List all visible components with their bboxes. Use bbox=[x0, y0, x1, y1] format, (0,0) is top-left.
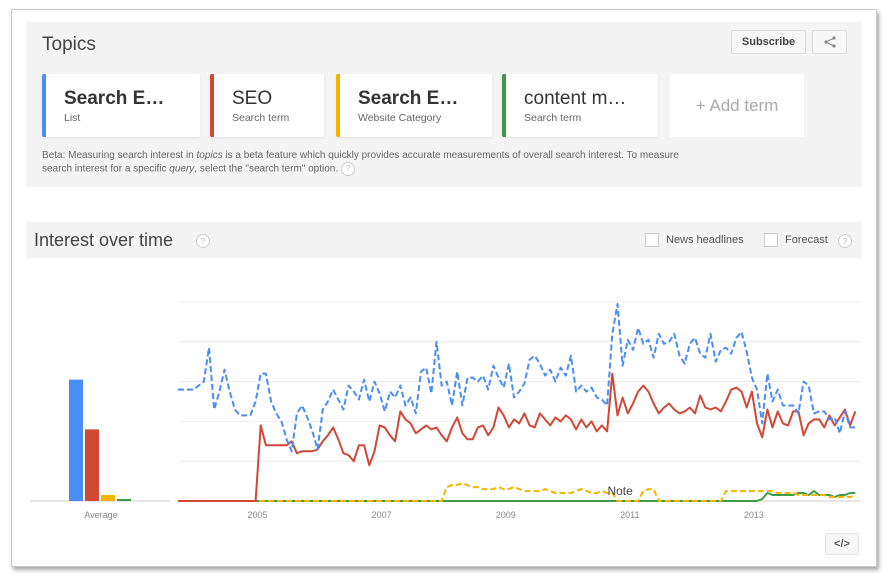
embed-code-button[interactable]: </> bbox=[825, 533, 859, 555]
average-bar-4 bbox=[117, 499, 131, 501]
average-label: Average bbox=[84, 510, 117, 520]
series-line-1 bbox=[178, 303, 856, 453]
interest-chart: 2005 2007 2009 2011 2013 Average Note bbox=[30, 301, 860, 520]
x-tick-label: 2011 bbox=[620, 510, 639, 520]
series-line-4 bbox=[178, 490, 856, 502]
x-tick-label: 2005 bbox=[248, 510, 268, 520]
x-tick-label: 2007 bbox=[372, 510, 392, 520]
average-bar-3 bbox=[101, 495, 115, 501]
series-line-3 bbox=[178, 482, 856, 502]
average-bar-2 bbox=[85, 429, 99, 501]
x-tick-label: 2009 bbox=[496, 510, 516, 520]
x-tick-label: 2013 bbox=[744, 510, 764, 520]
note-annotation[interactable]: Note bbox=[607, 484, 633, 498]
series-line-2 bbox=[178, 372, 857, 502]
average-bar-1 bbox=[69, 379, 83, 501]
